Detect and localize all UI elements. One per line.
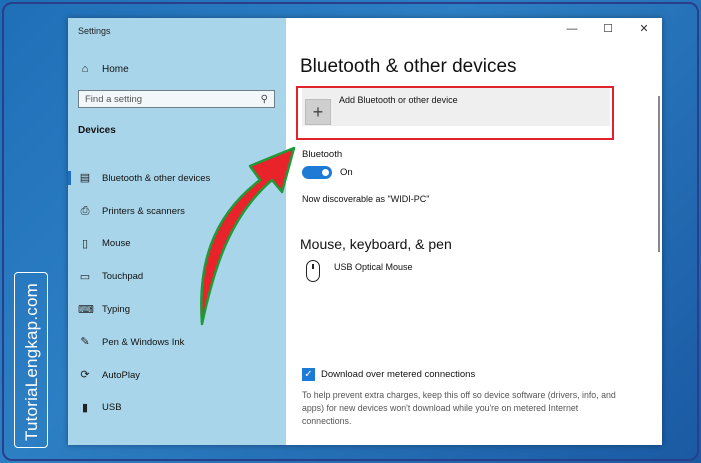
sidebar-item-label: Typing bbox=[102, 304, 130, 316]
add-device-label: Add Bluetooth or other device bbox=[339, 95, 458, 105]
discoverable-text: Now discoverable as "WIDI-PC" bbox=[302, 194, 430, 204]
nav-home[interactable]: ⌂ Home bbox=[78, 62, 129, 76]
mouse-icon: ▯ bbox=[81, 237, 89, 250]
section-mouse-keyboard: Mouse, keyboard, & pen bbox=[300, 236, 452, 252]
metered-checkbox[interactable]: ✓ bbox=[302, 368, 315, 381]
bluetooth-toggle-row: On bbox=[302, 166, 353, 179]
autoplay-icon: ⟳ bbox=[80, 369, 90, 382]
toggle-state: On bbox=[340, 167, 353, 178]
pen-icon: ✎ bbox=[80, 336, 90, 349]
sidebar-item-label: Touchpad bbox=[102, 271, 144, 283]
add-device-button[interactable]: + Add Bluetooth or other device bbox=[302, 88, 610, 126]
close-button[interactable]: ✕ bbox=[626, 18, 662, 40]
page-title: Bluetooth & other devices bbox=[300, 56, 517, 77]
metered-label: Download over metered connections bbox=[321, 369, 476, 380]
sidebar-item-pen[interactable]: ✎ Pen & Windows Ink bbox=[68, 326, 286, 359]
sidebar-item-label: USB bbox=[102, 402, 122, 414]
sidebar-item-usb[interactable]: ▮ USB bbox=[68, 392, 286, 425]
usb-icon: ▮ bbox=[81, 401, 89, 414]
sidebar-item-label: Printers & scanners bbox=[102, 205, 185, 217]
home-icon: ⌂ bbox=[81, 63, 89, 75]
search-input[interactable]: Find a setting ⚲ bbox=[78, 90, 275, 108]
scrollbar[interactable] bbox=[658, 96, 660, 252]
metered-help-text: To help prevent extra charges, keep this… bbox=[302, 390, 616, 426]
bluetooth-label: Bluetooth bbox=[302, 149, 343, 160]
maximize-button[interactable]: ☐ bbox=[590, 18, 626, 40]
search-placeholder: Find a setting bbox=[85, 93, 143, 105]
sidebar-item-label: Pen & Windows Ink bbox=[102, 336, 185, 348]
touchpad-icon: ▭ bbox=[79, 270, 91, 283]
bluetooth-devices-icon: ▤ bbox=[79, 172, 91, 185]
device-item[interactable]: USB Optical Mouse bbox=[306, 260, 413, 282]
settings-window: Settings ⌂ Home Find a setting ⚲ Devices… bbox=[68, 18, 662, 445]
plus-icon: + bbox=[305, 99, 331, 125]
content-pane: — ☐ ✕ Bluetooth & other devices + Add Bl… bbox=[286, 18, 662, 445]
section-devices: Devices bbox=[78, 125, 116, 136]
sidebar-item-label: Mouse bbox=[102, 238, 131, 250]
printer-icon: ⎙ bbox=[80, 205, 90, 218]
pointer-arrow bbox=[200, 146, 296, 326]
minimize-button[interactable]: — bbox=[554, 18, 590, 40]
watermark-text: TutoriaLengkap.com bbox=[22, 283, 41, 441]
metered-row: ✓ Download over metered connections bbox=[302, 368, 475, 381]
arrow-shape bbox=[200, 146, 296, 326]
device-name: USB Optical Mouse bbox=[334, 262, 413, 272]
mouse-device-icon bbox=[306, 260, 320, 282]
bluetooth-toggle[interactable] bbox=[302, 166, 332, 179]
sidebar-item-autoplay[interactable]: ⟳ AutoPlay bbox=[68, 359, 286, 392]
app-title: Settings bbox=[78, 26, 111, 36]
keyboard-icon: ⌨ bbox=[78, 303, 94, 316]
sidebar-item-label: AutoPlay bbox=[102, 369, 141, 381]
search-icon[interactable]: ⚲ bbox=[261, 94, 268, 105]
window-controls: — ☐ ✕ bbox=[554, 18, 662, 40]
nav-home-label: Home bbox=[102, 63, 129, 75]
